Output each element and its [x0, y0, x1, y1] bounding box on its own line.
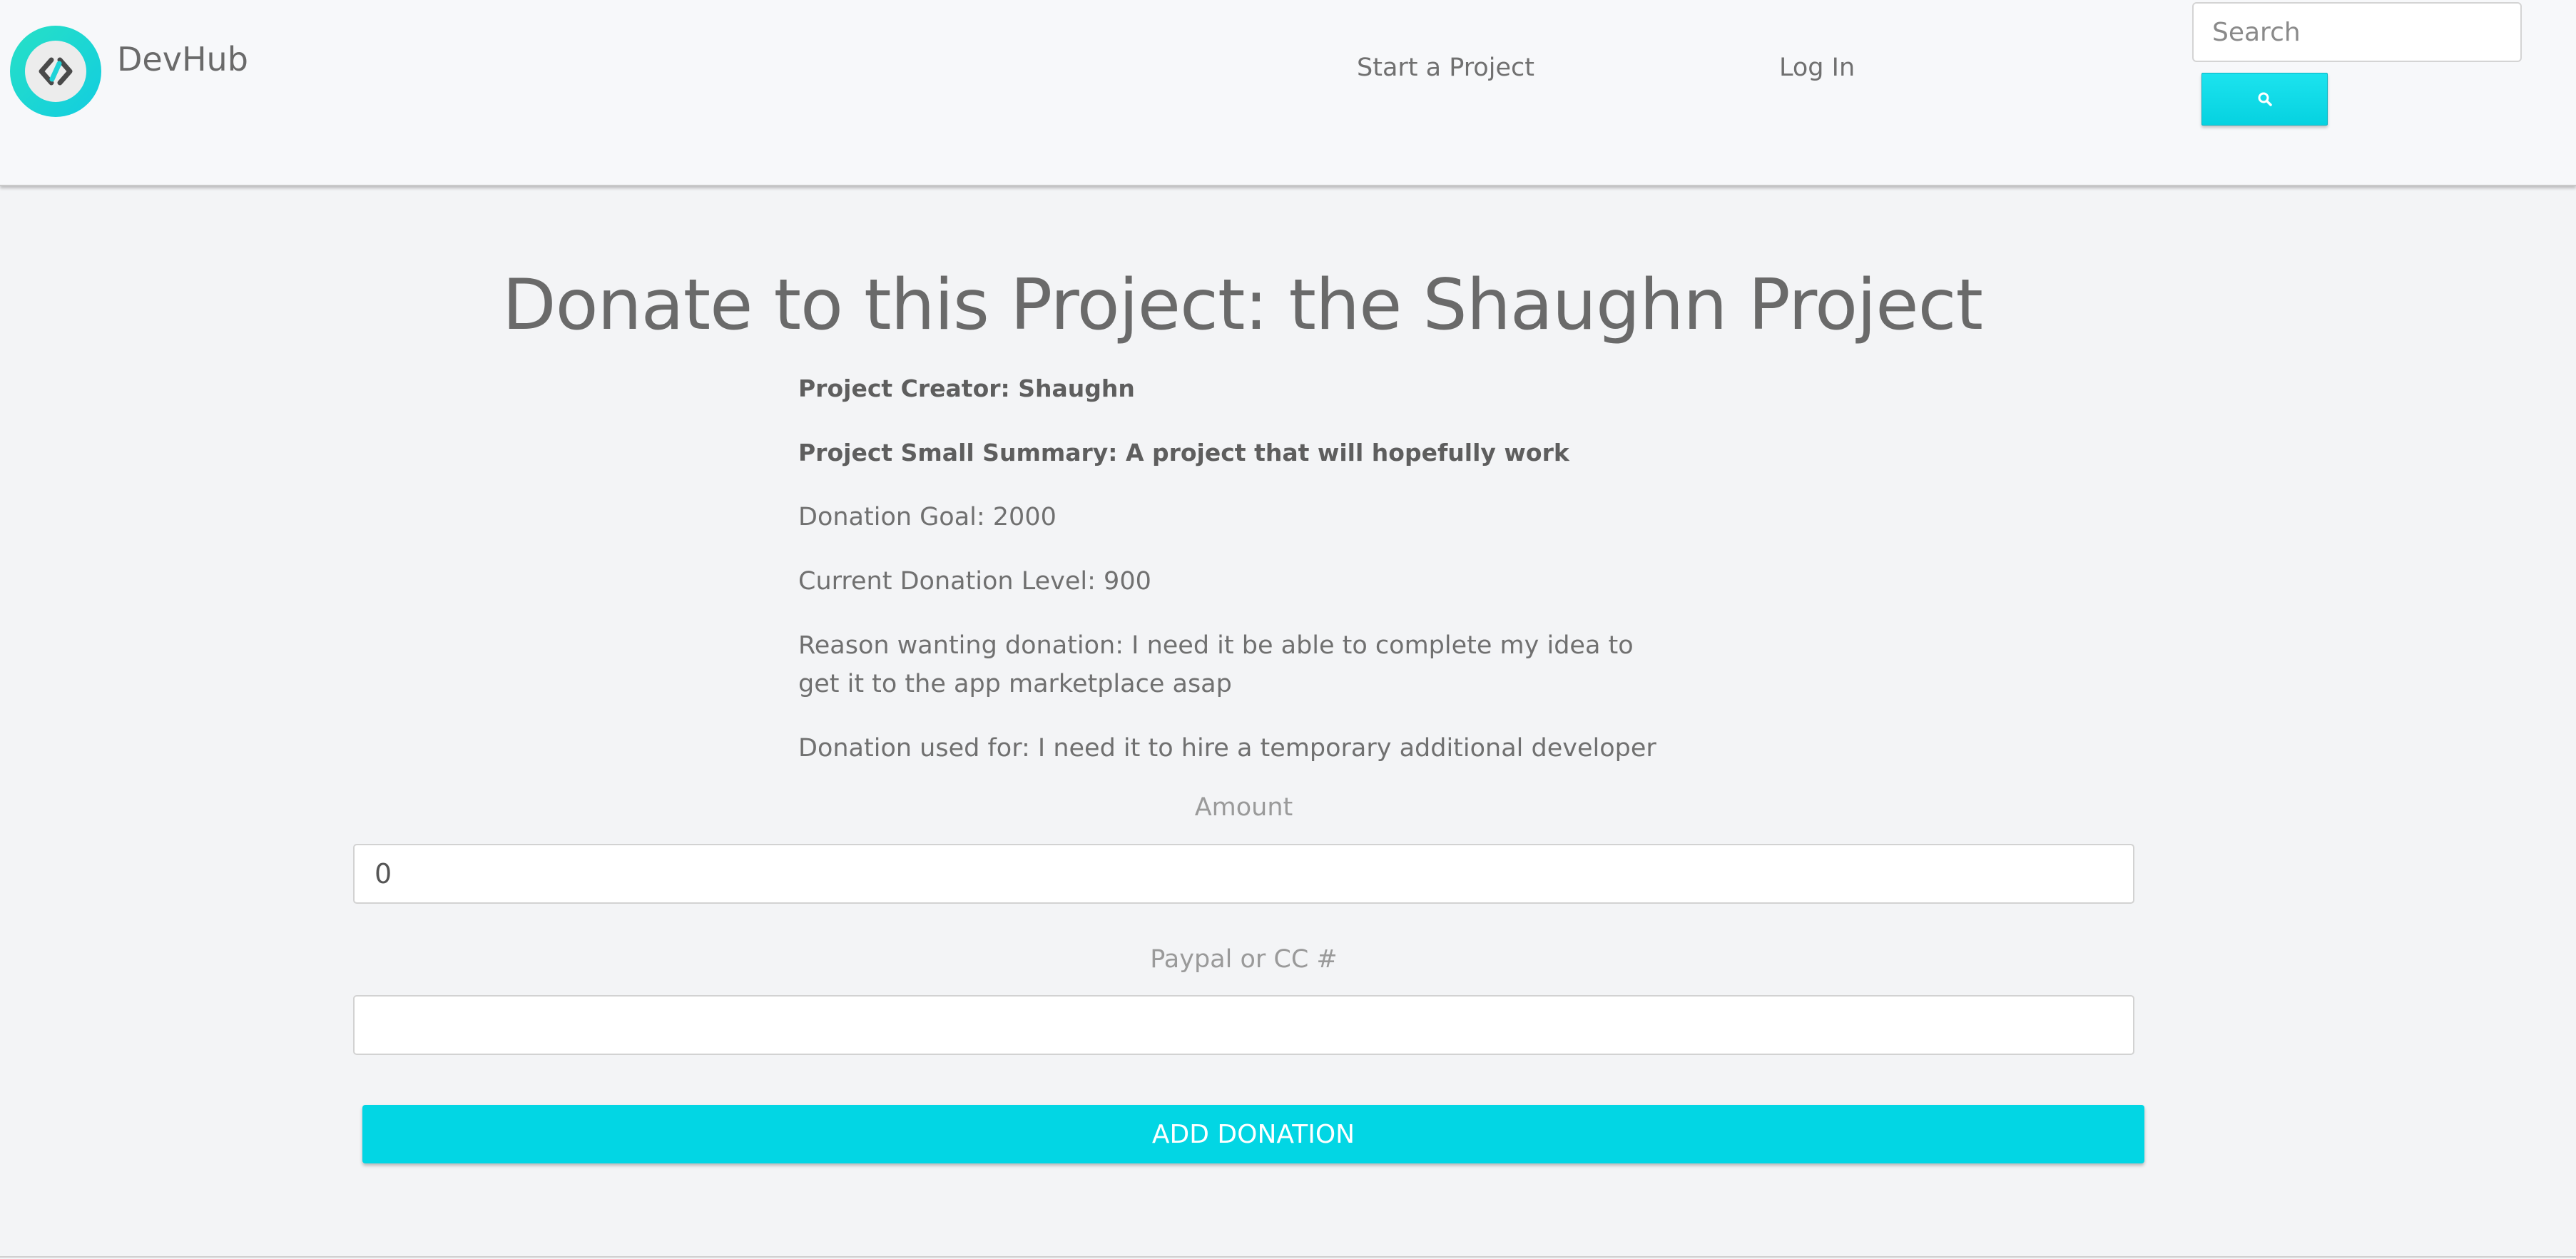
donation-goal: Donation Goal: 2000 — [798, 503, 1057, 531]
donation-reason: Reason wanting donation: I need it be ab… — [798, 631, 1634, 698]
amount-label: Amount — [1194, 793, 1293, 822]
code-link-icon[interactable] — [10, 26, 101, 117]
search-input[interactable] — [2192, 2, 2522, 62]
page-title: Donate to this Project: the Shaughn Proj… — [502, 265, 1983, 346]
donation-used-for: Donation used for: I need it to hire a t… — [798, 734, 1656, 763]
footer-divider — [0, 1256, 2576, 1258]
project-creator: Project Creator: Shaughn — [798, 374, 1135, 402]
payment-label: Paypal or CC # — [1150, 945, 1338, 974]
add-donation-button[interactable]: ADD DONATION — [362, 1105, 2144, 1163]
amount-input[interactable] — [353, 844, 2134, 904]
current-donation-level: Current Donation Level: 900 — [798, 567, 1151, 596]
navbar: DevHub Start a Project Log In — [0, 0, 2576, 186]
search-icon — [2258, 92, 2272, 106]
brand-name[interactable]: DevHub — [117, 40, 248, 78]
payment-input[interactable] — [353, 995, 2134, 1055]
project-summary: Project Small Summary: A project that wi… — [798, 439, 1569, 467]
nav-start-project[interactable]: Start a Project — [1357, 51, 1534, 84]
brand[interactable]: DevHub — [10, 26, 248, 117]
search-button[interactable] — [2201, 73, 2328, 126]
nav-log-in[interactable]: Log In — [1779, 51, 1855, 84]
